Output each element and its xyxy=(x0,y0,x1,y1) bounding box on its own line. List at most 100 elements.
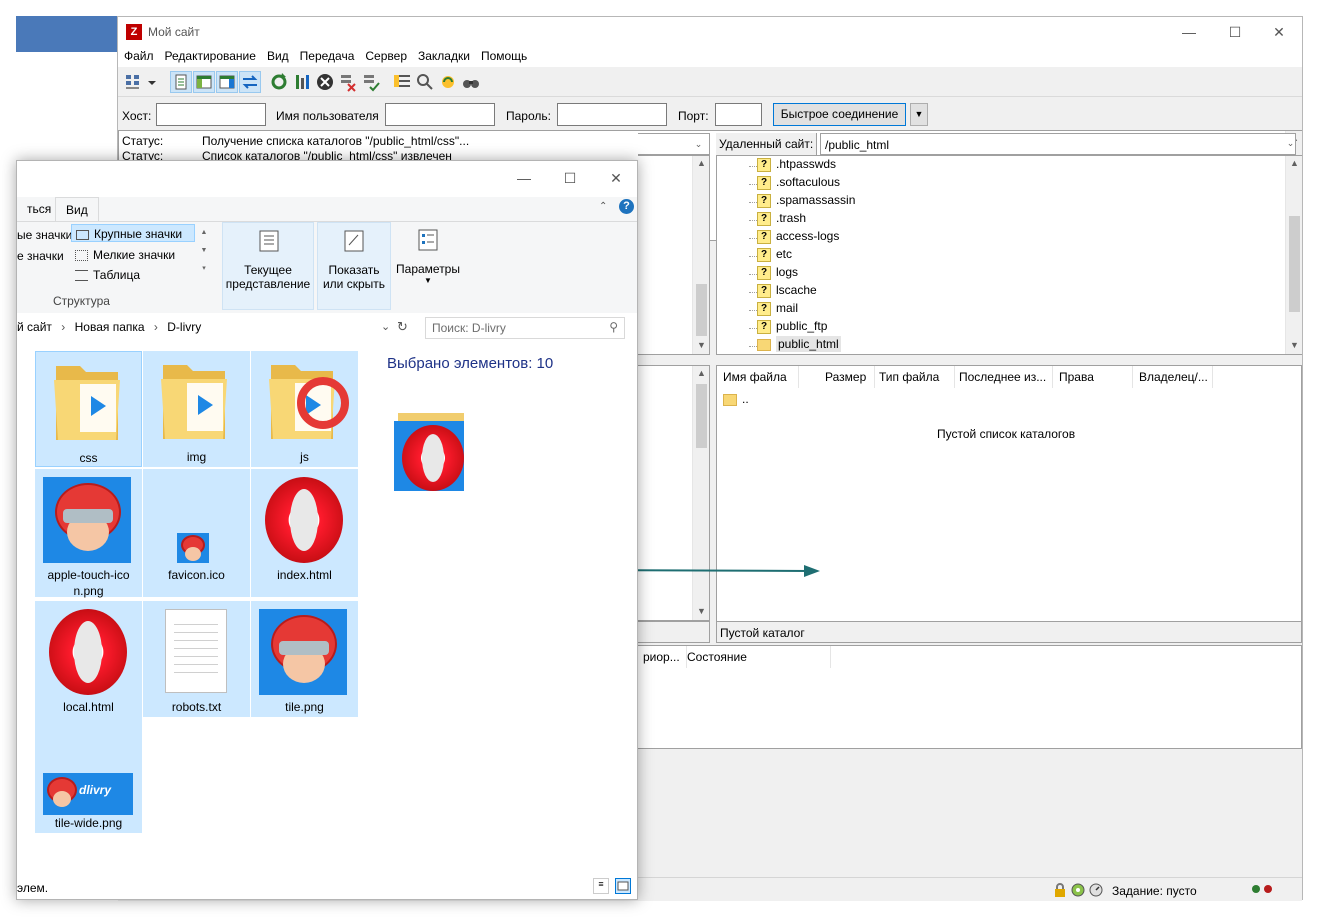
disconnect-icon[interactable] xyxy=(337,71,359,93)
maximize-button[interactable]: ☐ xyxy=(547,163,593,193)
layout-small-icons[interactable]: Мелкие значки xyxy=(75,248,175,262)
file-tile[interactable]: js xyxy=(251,351,358,467)
column-owner[interactable]: Владелец/... xyxy=(1133,366,1213,388)
search-input[interactable]: Поиск: D-livry ⚲ xyxy=(425,317,625,339)
speed-limit-icon[interactable] xyxy=(1070,882,1086,901)
scroll-down-icon[interactable]: ▼ xyxy=(693,606,710,616)
chevron-down-icon[interactable]: ⌄ xyxy=(1282,138,1299,149)
file-tile[interactable]: css xyxy=(35,351,142,467)
file-tile[interactable]: favicon.ico xyxy=(143,469,250,597)
menu-edit[interactable]: Редактирование xyxy=(159,47,261,63)
minimize-button[interactable]: — xyxy=(501,163,547,193)
site-manager-dropdown-icon[interactable] xyxy=(146,71,158,93)
file-tile[interactable]: img xyxy=(143,351,250,467)
close-button[interactable]: ✕ xyxy=(593,163,639,193)
options-button[interactable]: Параметры ▼ xyxy=(393,222,463,310)
layout-medium-icons[interactable]: ые значки xyxy=(17,228,72,242)
layout-large-icons[interactable]: Крупные значки xyxy=(71,224,195,242)
quickconnect-button[interactable]: Быстрое соединение xyxy=(773,103,906,126)
toggle-local-tree-icon[interactable] xyxy=(193,71,215,93)
current-view-button[interactable]: Текущее представление xyxy=(222,222,314,310)
layout-small-icons-left[interactable]: е значки xyxy=(17,249,64,263)
minimize-button[interactable]: — xyxy=(1166,17,1212,47)
column-filetype[interactable]: Тип файла xyxy=(873,366,955,388)
scroll-thumb[interactable] xyxy=(696,284,707,336)
breadcrumb-item[interactable]: Новая папка xyxy=(75,320,145,334)
tree-item[interactable]: public_html xyxy=(749,336,841,355)
local-list-scrollbar[interactable]: ▲ ▼ xyxy=(692,366,709,620)
file-tile[interactable]: tile.png xyxy=(251,601,358,717)
column-filename[interactable]: Имя файла xyxy=(717,366,799,388)
toggle-remote-tree-icon[interactable] xyxy=(216,71,238,93)
scroll-up-icon[interactable]: ▲ xyxy=(1286,158,1303,168)
column-permissions[interactable]: Права xyxy=(1053,366,1133,388)
file-tile[interactable]: apple-touch-ico n.png xyxy=(35,469,142,598)
tree-item[interactable]: ? etc xyxy=(749,247,792,265)
port-input[interactable] xyxy=(715,103,762,126)
menu-server[interactable]: Сервер xyxy=(359,47,412,63)
scroll-thumb[interactable] xyxy=(696,384,707,448)
toggle-log-icon[interactable] xyxy=(170,71,192,93)
menu-transfer[interactable]: Передача xyxy=(294,47,360,63)
menu-view[interactable]: Вид xyxy=(261,47,294,63)
file-tile[interactable]: index.html xyxy=(251,469,358,597)
gauge-icon[interactable] xyxy=(1088,882,1104,901)
local-tree-scrollbar[interactable]: ▲ ▼ xyxy=(692,156,709,354)
password-input[interactable] xyxy=(557,103,667,126)
tree-item[interactable]: ? .htpasswds xyxy=(749,157,836,175)
history-dropdown-icon[interactable]: ⌄ xyxy=(381,320,390,333)
scroll-up-icon[interactable]: ▲ xyxy=(693,158,710,168)
scroll-thumb[interactable] xyxy=(1289,216,1300,312)
cancel-operation-icon[interactable] xyxy=(314,71,336,93)
details-view-icon[interactable]: ≡ xyxy=(593,878,609,894)
tab-view[interactable]: Вид xyxy=(55,197,99,221)
tree-item[interactable]: ? .softaculous xyxy=(749,175,840,193)
large-icons-view-icon[interactable] xyxy=(615,878,631,894)
show-hide-button[interactable]: Показать или скрыть xyxy=(317,222,391,310)
tree-item[interactable]: ? public_ftp xyxy=(749,319,827,337)
toggle-comparison-icon[interactable] xyxy=(414,71,436,93)
file-tile[interactable]: robots.txt xyxy=(143,601,250,717)
column-priority[interactable]: риор... xyxy=(637,646,687,668)
tree-item[interactable]: ? access-logs xyxy=(749,229,839,247)
tree-item[interactable]: ? .trash xyxy=(749,211,806,229)
layout-details[interactable]: Таблица xyxy=(75,268,140,282)
sync-browsing-icon[interactable] xyxy=(437,71,459,93)
maximize-button[interactable]: ☐ xyxy=(1212,17,1258,47)
host-input[interactable] xyxy=(156,103,266,126)
collapse-ribbon-icon[interactable]: ⌃ xyxy=(599,201,607,212)
help-icon[interactable]: ? xyxy=(619,199,634,214)
search-remote-icon[interactable] xyxy=(460,71,482,93)
username-input[interactable] xyxy=(385,103,495,126)
breadcrumb-item[interactable]: D-livry xyxy=(167,320,201,334)
local-site-dropdown[interactable]: ⌄ xyxy=(638,133,710,155)
menu-file[interactable]: Файл xyxy=(118,47,159,63)
file-tile[interactable]: local.html xyxy=(35,601,142,717)
refresh-icon[interactable] xyxy=(268,71,290,93)
breadcrumb[interactable]: й сайт › Новая папка › D-livry xyxy=(17,320,201,334)
remote-tree-scrollbar[interactable]: ▲ ▼ xyxy=(1285,156,1302,354)
tree-item[interactable]: ? logs xyxy=(749,265,798,283)
refresh-icon[interactable]: ↻ xyxy=(397,319,408,335)
process-queue-icon[interactable] xyxy=(291,71,313,93)
scroll-down-icon[interactable]: ▼ xyxy=(693,340,710,350)
tree-item[interactable]: ? .spamassassin xyxy=(749,193,855,211)
column-size[interactable]: Размер xyxy=(819,366,875,388)
quickconnect-dropdown-icon[interactable]: ▼ xyxy=(910,103,928,126)
scroll-up-icon[interactable]: ▲ xyxy=(693,368,710,378)
directory-filter-icon[interactable] xyxy=(391,71,413,93)
file-tile[interactable]: dlivry tile-wide.png xyxy=(35,717,142,833)
site-manager-icon[interactable] xyxy=(123,71,145,93)
parent-dir-row[interactable]: .. xyxy=(723,392,749,406)
column-state[interactable]: Состояние xyxy=(681,646,831,668)
menu-help[interactable]: Помощь xyxy=(475,47,532,63)
toggle-queue-icon[interactable] xyxy=(239,71,261,93)
tree-item[interactable]: ? lscache xyxy=(749,283,817,301)
breadcrumb-item[interactable]: й сайт xyxy=(17,320,52,334)
reconnect-icon[interactable] xyxy=(360,71,382,93)
tree-item[interactable]: ? mail xyxy=(749,301,798,319)
remote-site-path[interactable]: /public_html xyxy=(820,133,1296,155)
scroll-down-icon[interactable]: ▼ xyxy=(1286,340,1303,350)
column-modified[interactable]: Последнее из... xyxy=(953,366,1053,388)
menu-bookmarks[interactable]: Закладки xyxy=(412,47,475,63)
